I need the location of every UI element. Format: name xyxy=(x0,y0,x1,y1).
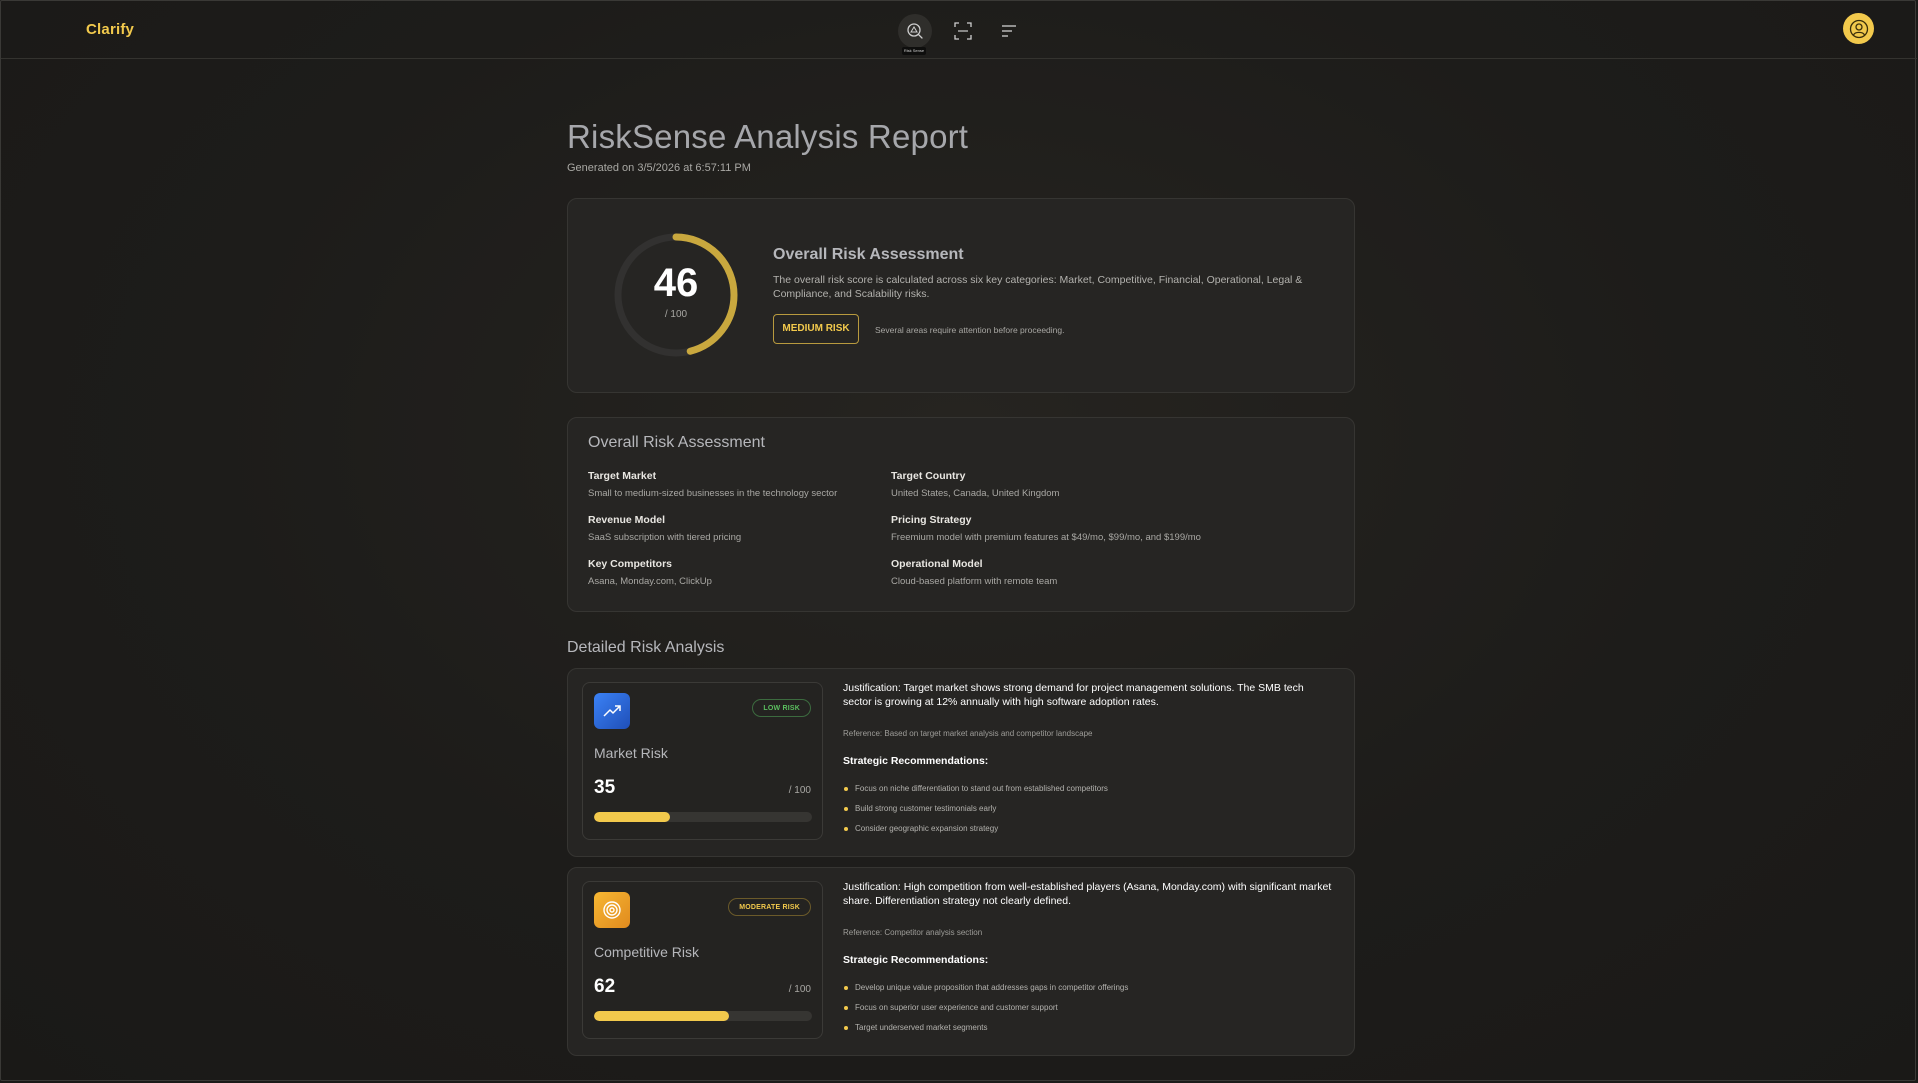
recommendation-item: Focus on niche differentiation to stand … xyxy=(843,783,1108,803)
recommendation-item: Consider geographic expansion strategy xyxy=(843,823,1108,843)
recommendation-item: Target underserved market segments xyxy=(843,1022,1128,1042)
field-value: Asana, Monday.com, ClickUp xyxy=(588,576,712,587)
menu-lines-icon xyxy=(1002,25,1016,37)
competitive-risk-icon-tile xyxy=(594,892,630,928)
risk-badge: LOW RISK xyxy=(752,699,811,717)
app-logo[interactable]: Clarify xyxy=(86,21,134,38)
risk-level-badge: MEDIUM RISK xyxy=(773,314,859,344)
overall-risk-card: 46 / 100 Overall Risk Assessment The ove… xyxy=(567,198,1355,393)
field-label: Target Country xyxy=(891,470,966,482)
target-icon xyxy=(603,901,621,919)
target-country-field: Target Country United States, Canada, Un… xyxy=(891,470,1059,499)
recommendations-list: Develop unique value proposition that ad… xyxy=(843,982,1128,1042)
recommendation-item: Build strong customer testimonials early xyxy=(843,803,1108,823)
overall-risk-title: Overall Risk Assessment xyxy=(773,246,964,263)
field-value: SaaS subscription with tiered pricing xyxy=(588,532,742,543)
overall-score-value: 46 xyxy=(653,261,699,305)
market-risk-icon-tile xyxy=(594,693,630,729)
recommendations-title: Strategic Recommendations: xyxy=(843,755,989,767)
risk-score: 35 xyxy=(594,777,616,798)
risk-reference: Reference: Based on target market analys… xyxy=(843,729,1093,738)
summary-title: Overall Risk Assessment xyxy=(588,434,765,451)
field-value: Freemium model with premium features at … xyxy=(891,532,1201,543)
risk-score-denominator: / 100 xyxy=(788,785,811,796)
risk-sense-nav-button[interactable] xyxy=(898,14,932,48)
revenue-model-field: Revenue Model SaaS subscription with tie… xyxy=(588,514,741,543)
market-risk-card: LOW RISK Market Risk 35 / 100 Justificat… xyxy=(567,668,1355,857)
risk-score-bar xyxy=(594,812,812,822)
user-circle-icon xyxy=(1849,19,1868,38)
recommendations-title: Strategic Recommendations: xyxy=(843,954,989,966)
field-label: Target Market xyxy=(588,470,657,482)
overall-score-denominator: / 100 xyxy=(664,309,688,320)
risk-score-bar xyxy=(594,1011,812,1021)
overall-risk-description: The overall risk score is calculated acr… xyxy=(773,274,1303,300)
risk-level-note: Several areas require attention before p… xyxy=(875,325,1065,335)
pricing-strategy-field: Pricing Strategy Freemium model with pre… xyxy=(891,514,1201,543)
page-title: RiskSense Analysis Report xyxy=(567,118,969,155)
user-avatar-button[interactable] xyxy=(1843,13,1874,44)
key-competitors-field: Key Competitors Asana, Monday.com, Click… xyxy=(588,558,712,587)
field-label: Operational Model xyxy=(891,558,983,570)
generated-timestamp: Generated on 3/5/2026 at 6:57:11 PM xyxy=(567,162,751,174)
risk-score: 62 xyxy=(594,976,616,997)
risk-score-denominator: / 100 xyxy=(788,984,811,995)
field-value: Cloud-based platform with remote team xyxy=(891,576,1058,587)
recommendations-list: Focus on niche differentiation to stand … xyxy=(843,783,1108,843)
top-navigation-bar: Clarify Risk Sense xyxy=(1,1,1917,59)
risk-search-icon xyxy=(907,23,923,39)
trending-up-icon xyxy=(603,705,621,717)
recommendation-item: Develop unique value proposition that ad… xyxy=(843,982,1128,1002)
field-value: Small to medium-sized businesses in the … xyxy=(588,488,838,499)
risk-score-fill xyxy=(594,812,671,822)
field-label: Revenue Model xyxy=(588,514,666,526)
risk-justification: Justification: High competition from wel… xyxy=(843,881,1332,907)
field-label: Key Competitors xyxy=(588,558,673,570)
nav-tooltip: Risk Sense xyxy=(902,47,926,55)
menu-nav-button[interactable] xyxy=(992,14,1026,48)
risk-name: Market Risk xyxy=(594,745,668,761)
business-summary-card: Overall Risk Assessment Target Market Sm… xyxy=(567,417,1355,612)
recommendation-item: Focus on superior user experience and cu… xyxy=(843,1002,1128,1022)
risk-badge: MODERATE RISK xyxy=(728,898,811,916)
scan-frame-icon xyxy=(954,22,972,40)
risk-reference: Reference: Competitor analysis section xyxy=(843,928,983,937)
field-value: United States, Canada, United Kingdom xyxy=(891,488,1060,499)
target-market-field: Target Market Small to medium-sized busi… xyxy=(588,470,837,499)
risk-score-panel: LOW RISK Market Risk 35 / 100 xyxy=(582,682,823,840)
competitive-risk-card: MODERATE RISK Competitive Risk 62 / 100 … xyxy=(567,867,1355,1056)
risk-score-fill xyxy=(594,1011,730,1021)
detailed-analysis-title: Detailed Risk Analysis xyxy=(567,639,725,656)
scan-nav-button[interactable] xyxy=(946,14,980,48)
risk-score-panel: MODERATE RISK Competitive Risk 62 / 100 xyxy=(582,881,823,1039)
operational-model-field: Operational Model Cloud-based platform w… xyxy=(891,558,1057,587)
risk-justification: Justification: Target market shows stron… xyxy=(843,682,1304,708)
field-label: Pricing Strategy xyxy=(891,514,972,526)
risk-name: Competitive Risk xyxy=(594,944,700,960)
